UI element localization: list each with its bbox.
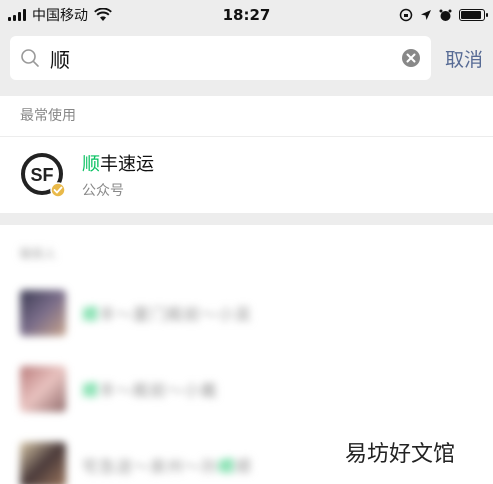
contact-row[interactable]: 顺丰～厦门殿前～小吴 [0, 275, 493, 351]
battery-icon [459, 9, 488, 21]
contact-name-rest: 丰～殿前～小戴 [99, 381, 219, 400]
contact-name-highlight: 顺 [82, 381, 100, 400]
contact-name-highlight: 顺 [218, 457, 236, 476]
contact-row[interactable]: 顺丰～殿前～小戴 [0, 351, 493, 427]
cancel-button[interactable]: 取消 [445, 45, 483, 72]
status-time: 18:27 [222, 6, 271, 24]
status-right [399, 8, 488, 22]
result-item-sf-express[interactable]: SF 顺丰速运 公众号 [0, 137, 493, 213]
result-text: 顺丰速运 公众号 [82, 150, 154, 200]
sf-express-logo: SF [20, 152, 66, 198]
search-row: 顺 取消 [0, 30, 493, 86]
signal-icon [8, 9, 26, 21]
sf-logo-icon: SF [21, 153, 66, 198]
result-title: 顺丰速运 [82, 150, 154, 176]
avatar [20, 366, 66, 412]
search-query[interactable]: 顺 [50, 44, 401, 73]
contact-name: 顺丰～殿前～小戴 [82, 377, 218, 401]
group-gap [0, 213, 493, 225]
result-title-highlight: 顺 [82, 154, 100, 175]
search-input[interactable]: 顺 [10, 36, 431, 80]
contact-name-prefix: 宅急送～泉州～孙 [82, 457, 219, 476]
contact-name: 顺丰～厦门殿前～小吴 [82, 301, 252, 325]
search-icon [21, 49, 39, 67]
section-header-contacts: 联系人 [20, 247, 57, 261]
contact-name-rest: 顺 [235, 457, 253, 476]
contact-name: 宅急送～泉州～孙顺顺 [82, 453, 252, 477]
watermark: 易坊好文馆 [345, 442, 456, 467]
rotation-lock-icon [399, 8, 413, 22]
status-left: 中国移动 [8, 5, 112, 25]
svg-text:SF: SF [30, 165, 53, 185]
section-header-frequent: 最常使用 [0, 96, 493, 136]
clear-icon[interactable] [401, 48, 421, 68]
status-bar: 中国移动 18:27 [0, 0, 493, 30]
wifi-icon [94, 8, 112, 21]
result-title-rest: 丰速运 [100, 154, 154, 175]
avatar [20, 290, 66, 336]
result-subtitle: 公众号 [82, 183, 124, 199]
alarm-icon [439, 9, 452, 21]
avatar [20, 442, 66, 484]
carrier-label: 中国移动 [32, 8, 88, 24]
contact-name-highlight: 顺 [82, 305, 100, 324]
location-icon [421, 10, 431, 20]
contact-name-rest: 丰～厦门殿前～小吴 [99, 305, 253, 324]
